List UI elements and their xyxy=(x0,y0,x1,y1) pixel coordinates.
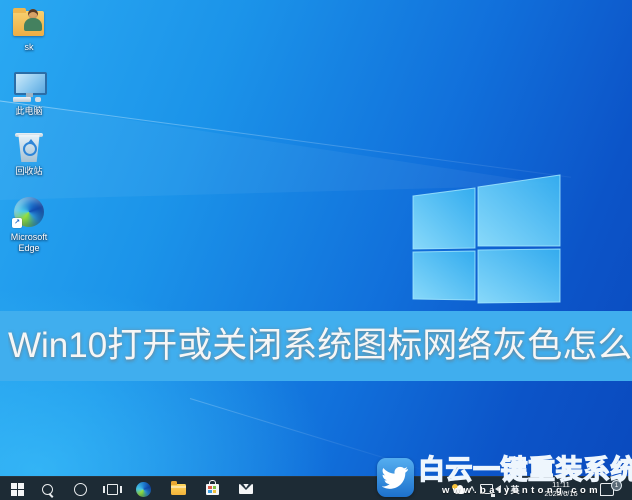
store-icon xyxy=(206,484,219,495)
search-icon xyxy=(42,484,53,495)
twitter-bird-icon xyxy=(382,465,409,489)
recycle-bin-icon xyxy=(11,130,47,164)
edge-icon: ↗ xyxy=(11,196,47,230)
task-view-button[interactable] xyxy=(99,477,125,500)
windows-logo-icon xyxy=(408,172,564,306)
windows-desktop: sk 此电脑 回收站 ↗ Microsoft Edge Win10打开或关闭系统… xyxy=(0,0,632,500)
banner-title-text: Win10打开或关闭系统图标网络灰色怎么办 xyxy=(8,311,632,381)
user-folder-icon xyxy=(11,6,47,40)
chevron-up-icon: ∧ xyxy=(468,485,476,493)
watermark-brand-text: 白云一键重装系统 xyxy=(418,454,632,486)
shortcut-arrow-icon: ↗ xyxy=(12,218,22,228)
taskbar-edge-button[interactable] xyxy=(130,477,156,500)
this-pc-icon xyxy=(11,70,47,104)
edge-icon xyxy=(136,482,151,497)
file-explorer-button[interactable] xyxy=(165,477,191,500)
desktop-icon-this-pc[interactable]: 此电脑 xyxy=(0,70,58,117)
start-button[interactable] xyxy=(4,477,30,500)
microsoft-store-button[interactable] xyxy=(199,477,225,500)
task-view-icon xyxy=(107,484,118,495)
mail-button[interactable] xyxy=(233,477,259,500)
desktop-icon-recycle-bin[interactable]: 回收站 xyxy=(0,130,58,177)
cortana-icon xyxy=(74,483,87,496)
clock-date: 2022/6/16 xyxy=(544,489,577,498)
mail-icon xyxy=(239,484,253,494)
cortana-button[interactable] xyxy=(67,477,93,500)
taskbar-search-button[interactable] xyxy=(34,477,60,500)
desktop-icon-microsoft-edge[interactable]: ↗ Microsoft Edge xyxy=(0,196,58,254)
desktop-icon-label: sk xyxy=(0,42,58,53)
desktop-icon-label: 回收站 xyxy=(0,166,58,177)
file-explorer-icon xyxy=(171,484,186,495)
desktop-icon-label: Microsoft Edge xyxy=(0,232,58,254)
desktop-icon-label: 此电脑 xyxy=(0,106,58,117)
windows-start-icon xyxy=(11,483,24,496)
watermark-bird-logo xyxy=(377,458,414,497)
title-banner: Win10打开或关闭系统图标网络灰色怎么办 xyxy=(0,311,632,381)
desktop-icon-user-folder[interactable]: sk xyxy=(0,6,58,53)
